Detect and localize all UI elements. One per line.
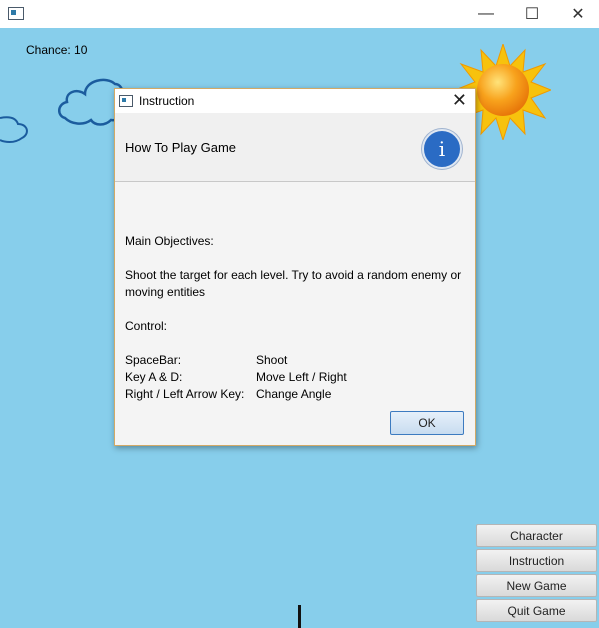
window-titlebar: — ☐ ✕ — [0, 0, 599, 28]
dialog-close-button[interactable]: ✕ — [452, 90, 467, 111]
control-action: Move Left / Right — [256, 370, 347, 384]
cloud-icon — [0, 116, 28, 143]
instruction-dialog: Instruction ✕ How To Play Game i Main Ob… — [114, 88, 476, 446]
control-action: Change Angle — [256, 387, 332, 401]
dialog-title: Instruction — [139, 94, 195, 108]
maximize-button[interactable]: ☐ — [509, 0, 555, 28]
close-window-button[interactable]: ✕ — [555, 0, 599, 28]
cannon-barrel — [298, 605, 301, 628]
dialog-titlebar: Instruction ✕ — [115, 89, 475, 113]
dialog-header-text: How To Play Game — [125, 140, 237, 155]
control-heading: Control: — [125, 319, 168, 333]
control-action: Shoot — [256, 353, 288, 367]
control-row: SpaceBar: Shoot — [125, 352, 470, 369]
control-row: Key A & D: Move Left / Right — [125, 369, 470, 386]
instruction-button[interactable]: Instruction — [476, 549, 597, 572]
info-icon: i — [422, 129, 462, 169]
app-icon — [8, 7, 24, 20]
objectives-text: Shoot the target for each level. Try to … — [125, 268, 462, 299]
new-game-button[interactable]: New Game — [476, 574, 597, 597]
chance-counter: Chance: 10 — [26, 43, 88, 57]
control-key: Right / Left Arrow Key: — [125, 387, 245, 401]
ok-button[interactable]: OK — [390, 411, 464, 435]
objectives-heading: Main Objectives: — [125, 234, 214, 248]
minimize-button[interactable]: — — [463, 0, 509, 28]
character-button[interactable]: Character — [476, 524, 597, 547]
dialog-content: Main Objectives: Shoot the target for ea… — [125, 233, 470, 403]
quit-game-button[interactable]: Quit Game — [476, 599, 597, 622]
dialog-header: How To Play Game i — [115, 113, 475, 182]
control-key: SpaceBar: — [125, 353, 182, 367]
control-row: Right / Left Arrow Key: Change Angle — [125, 386, 470, 403]
control-key: Key A & D: — [125, 370, 183, 384]
dialog-app-icon — [119, 95, 133, 107]
